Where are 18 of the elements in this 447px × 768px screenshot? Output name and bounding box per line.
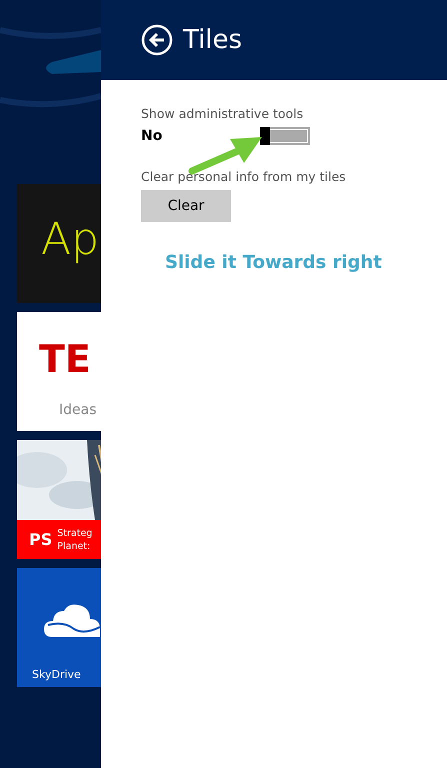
tile-title: Planet: xyxy=(57,540,92,552)
setting-label: Show administrative tools xyxy=(141,106,304,121)
tile-logo-text: PS xyxy=(29,530,52,549)
panel-title: Tiles xyxy=(183,25,242,55)
skydrive-tile[interactable]: SkyDrive xyxy=(17,568,101,687)
back-icon[interactable] xyxy=(141,24,173,56)
tile-logo-text: TE xyxy=(39,340,91,378)
toggle-switch[interactable] xyxy=(260,127,310,145)
annotation-text: Slide it Towards right xyxy=(165,252,383,273)
tile-title: Strateg xyxy=(57,526,92,540)
ted-tile[interactable]: TE Ideas xyxy=(17,312,101,431)
setting-label: Clear personal info from my tiles xyxy=(141,169,346,184)
clear-button[interactable]: Clear xyxy=(141,190,231,222)
tile-logo-text: Ap xyxy=(41,214,100,265)
tile-title: SkyDrive xyxy=(32,668,81,681)
tile-caption: Ideas xyxy=(59,402,97,418)
app-tile[interactable]: Ap xyxy=(17,184,101,303)
toggle-state: No xyxy=(141,128,164,144)
